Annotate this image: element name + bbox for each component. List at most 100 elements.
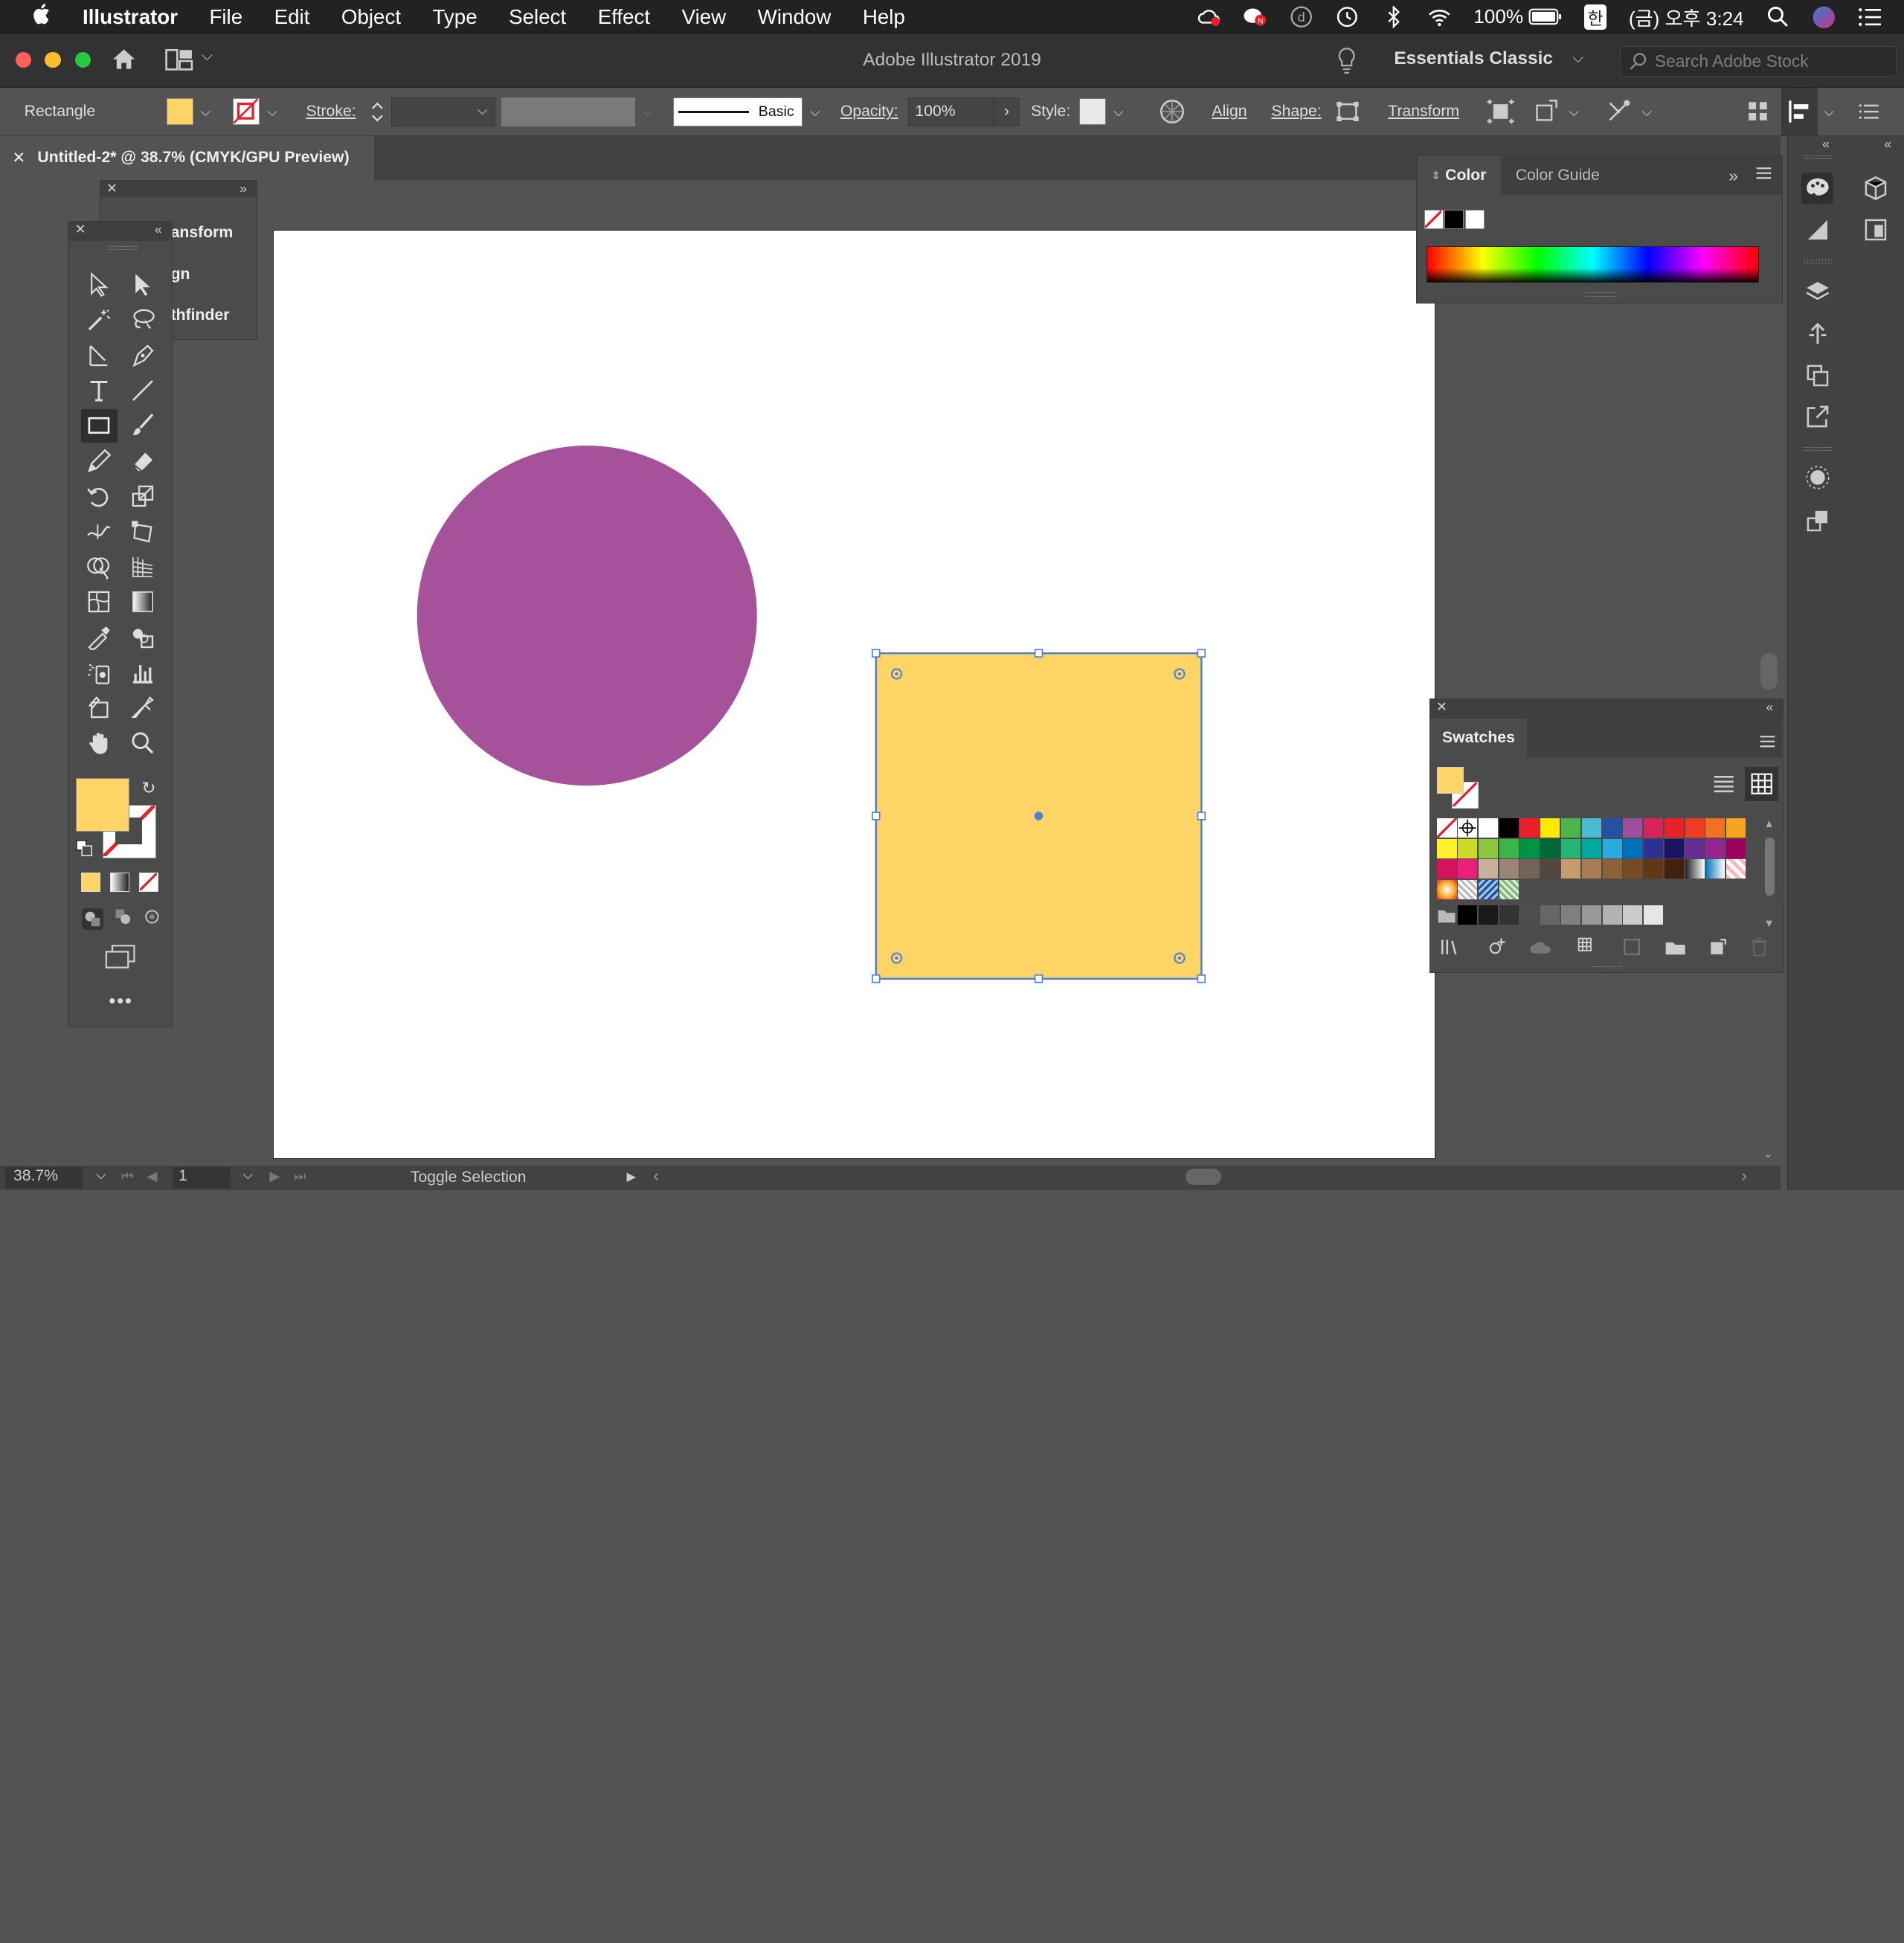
- none-swatch[interactable]: [1424, 209, 1444, 229]
- opacity-field[interactable]: 100% ›: [908, 88, 1020, 136]
- mesh-tool-icon[interactable]: [81, 585, 118, 619]
- swatch-options-icon[interactable]: [1622, 937, 1641, 962]
- panel-grip[interactable]: [107, 245, 137, 250]
- status-text[interactable]: Toggle Selection: [411, 1169, 527, 1186]
- battery-icon[interactable]: [1528, 6, 1563, 28]
- fill-color-box[interactable]: [76, 777, 130, 832]
- d-app-icon[interactable]: d: [1289, 6, 1313, 28]
- swatch[interactable]: [1664, 859, 1684, 879]
- menu-window[interactable]: Window: [742, 5, 846, 29]
- scroll-right-icon[interactable]: ›: [1741, 1166, 1747, 1186]
- workspace-switcher[interactable]: Essentials Classic: [1394, 48, 1553, 69]
- notification-center-icon[interactable]: [1858, 6, 1882, 28]
- scroll-left-icon[interactable]: ‹: [653, 1166, 659, 1186]
- chevron-down-icon[interactable]: ⌵: [267, 104, 277, 120]
- swatch[interactable]: [1478, 859, 1499, 879]
- swatch[interactable]: [1581, 838, 1601, 858]
- graphic-style-control[interactable]: ⌵: [1079, 88, 1124, 136]
- change-screen-mode-icon[interactable]: [103, 943, 139, 975]
- swatch[interactable]: [1705, 838, 1726, 858]
- swatch[interactable]: [1478, 880, 1499, 900]
- chevron-down-icon[interactable]: ⌵: [1641, 104, 1652, 120]
- artboard-number-field[interactable]: 1: [172, 1167, 231, 1189]
- panel-resize-grip[interactable]: [1586, 292, 1616, 298]
- horizontal-scroll-thumb[interactable]: [1185, 1168, 1222, 1186]
- collapse-panel-icon[interactable]: «: [155, 222, 162, 237]
- swatch[interactable]: [1499, 880, 1519, 900]
- expand-panels-icon[interactable]: »: [239, 181, 247, 196]
- magic-wand-tool-icon[interactable]: [81, 304, 118, 338]
- input-method-indicator[interactable]: 한: [1583, 4, 1607, 30]
- align-panel-toggle[interactable]: [1781, 87, 1818, 136]
- show-swatch-kinds-icon[interactable]: [1577, 937, 1599, 962]
- line-segment-tool-icon[interactable]: [125, 373, 161, 408]
- swatch[interactable]: [1644, 818, 1664, 838]
- perspective-grid-tool-icon[interactable]: [125, 550, 161, 584]
- swatch[interactable]: [1623, 859, 1643, 879]
- swatch[interactable]: [1499, 838, 1519, 858]
- swap-fill-stroke-icon[interactable]: ↻: [141, 778, 155, 798]
- stroke-swatch[interactable]: [233, 98, 260, 126]
- selection-tool-icon[interactable]: [81, 268, 118, 302]
- new-swatch-icon[interactable]: [1708, 937, 1728, 962]
- chevron-down-icon[interactable]: ⌄: [1763, 1146, 1774, 1161]
- swatch[interactable]: [1602, 838, 1622, 858]
- swatch[interactable]: [1644, 859, 1664, 879]
- vertical-scroll-thumb[interactable]: [1760, 653, 1778, 690]
- export-icon[interactable]: [1801, 401, 1833, 432]
- stock-search-input[interactable]: Search Adobe Stock: [1620, 46, 1897, 77]
- properties-icon[interactable]: [1860, 213, 1891, 245]
- chevron-down-icon[interactable]: ⌵: [810, 104, 820, 120]
- panel-resize-grip[interactable]: [1592, 966, 1622, 970]
- first-artboard-icon[interactable]: ⏮: [121, 1169, 133, 1184]
- close-icon[interactable]: ✕: [12, 149, 25, 167]
- new-color-group-icon[interactable]: [1665, 938, 1686, 961]
- opacity-label[interactable]: Opacity:: [840, 88, 898, 136]
- artboard-dropdown-chevron-icon[interactable]: ⌵: [236, 1166, 254, 1184]
- column-graph-tool-icon[interactable]: [125, 655, 161, 690]
- purple-circle[interactable]: [417, 445, 758, 786]
- blend-tool-icon[interactable]: [125, 620, 161, 655]
- swatch[interactable]: [1685, 859, 1705, 879]
- apple-menu-icon[interactable]: [0, 2, 83, 31]
- eyedropper-tool-icon[interactable]: [81, 620, 118, 655]
- knife-tool-icon[interactable]: [125, 690, 161, 725]
- canvas-area[interactable]: ⌄: [0, 179, 1781, 1166]
- previous-artboard-icon[interactable]: ◀: [147, 1169, 158, 1184]
- paintbrush-tool-icon[interactable]: [125, 409, 161, 443]
- chevron-down-icon[interactable]: ⌵: [1113, 104, 1124, 120]
- direct-selection-tool-icon[interactable]: [125, 268, 161, 302]
- tab-color-guide[interactable]: Color Guide: [1501, 156, 1614, 195]
- swatch[interactable]: [1664, 818, 1684, 838]
- collapse-dock-icon[interactable]: «: [1884, 136, 1891, 152]
- close-icon[interactable]: ✕: [106, 181, 118, 196]
- draw-behind-icon[interactable]: [115, 908, 132, 931]
- swatch[interactable]: [1644, 905, 1664, 925]
- creative-cloud-icon[interactable]: [1197, 6, 1221, 28]
- artwork[interactable]: [274, 231, 1435, 1160]
- swatch[interactable]: [1437, 880, 1457, 900]
- vertical-scrollbar[interactable]: ⌄: [1758, 179, 1781, 1166]
- time-machine-icon[interactable]: [1335, 6, 1360, 28]
- pencil-tool-icon[interactable]: [81, 444, 118, 478]
- edit-toolbar-icon[interactable]: •••: [109, 989, 132, 1012]
- draw-normal-icon[interactable]: [81, 908, 104, 930]
- menu-file[interactable]: File: [193, 5, 258, 29]
- fill-color-control[interactable]: ⌵: [166, 88, 210, 136]
- swatch[interactable]: [1623, 818, 1643, 838]
- zoom-level-field[interactable]: 38.7%: [4, 1167, 83, 1189]
- fill-swatch[interactable]: [166, 98, 193, 126]
- swatch[interactable]: [1437, 859, 1457, 879]
- collapse-panel-icon[interactable]: »: [1728, 166, 1738, 186]
- swatch[interactable]: [1478, 818, 1499, 838]
- color-group-folder-icon[interactable]: [1437, 905, 1456, 925]
- swatch[interactable]: [1705, 818, 1726, 838]
- swatch[interactable]: [1705, 859, 1726, 879]
- stroke-weight-field[interactable]: ⌵: [390, 88, 496, 136]
- cc-library-icon[interactable]: [1528, 938, 1555, 961]
- brush-definition-dropdown[interactable]: Basic ⌵: [672, 88, 820, 136]
- swatch[interactable]: [1581, 859, 1601, 879]
- swatch[interactable]: [1726, 838, 1746, 858]
- color-mode-icon[interactable]: [80, 873, 100, 893]
- swatch[interactable]: [1581, 905, 1601, 925]
